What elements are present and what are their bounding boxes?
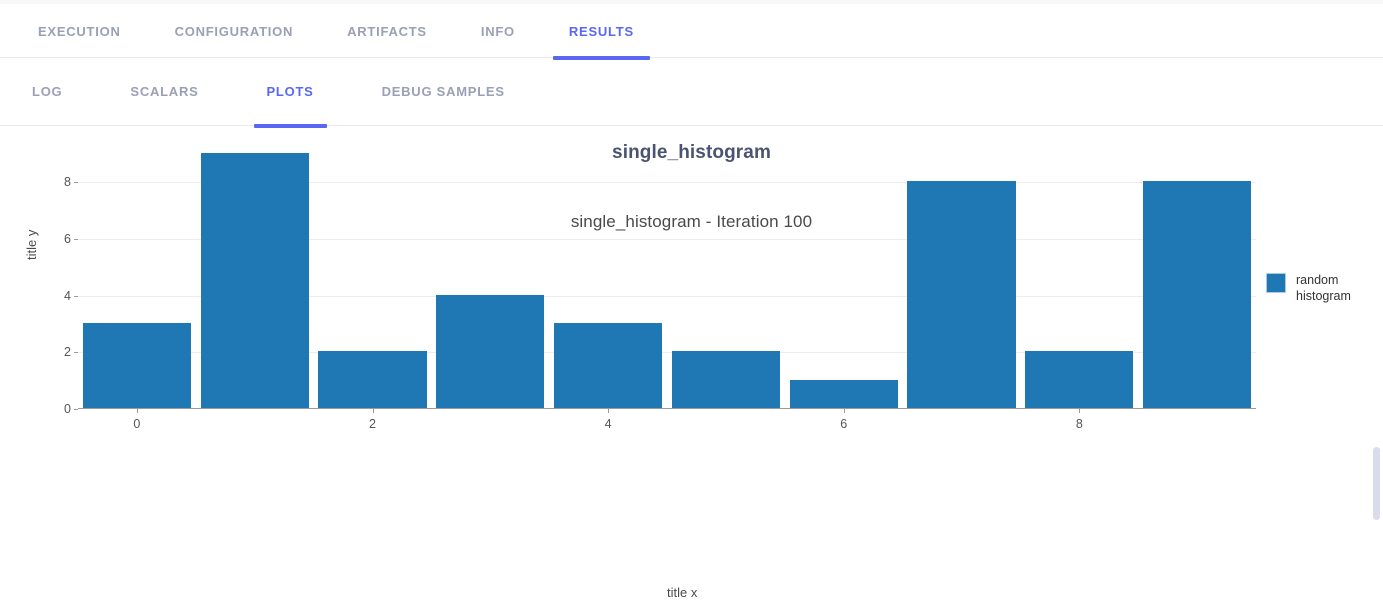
y-tick-label: 2 bbox=[64, 345, 71, 359]
vertical-scrollbar[interactable] bbox=[1369, 130, 1383, 597]
tab-plots[interactable]: PLOTS bbox=[257, 58, 324, 126]
x-tick-label: 8 bbox=[1076, 417, 1083, 431]
tab-artifacts-label: ARTIFACTS bbox=[347, 24, 427, 39]
legend-label-random-histogram: random histogram bbox=[1296, 272, 1360, 304]
tab-debug-samples[interactable]: DEBUG SAMPLES bbox=[372, 58, 515, 126]
y-tick-mark bbox=[74, 352, 78, 353]
tab-execution[interactable]: EXECUTION bbox=[22, 4, 137, 58]
tab-debug-samples-label: DEBUG SAMPLES bbox=[382, 84, 505, 99]
x-tick-mark bbox=[137, 409, 138, 413]
primary-tab-bar: EXECUTION CONFIGURATION ARTIFACTS INFO R… bbox=[0, 4, 1383, 58]
y-tick-mark bbox=[74, 296, 78, 297]
chart-bar[interactable] bbox=[201, 153, 309, 408]
tab-results-label: RESULTS bbox=[569, 24, 634, 39]
tab-info-label: INFO bbox=[481, 24, 515, 39]
tab-log-label: LOG bbox=[32, 84, 62, 99]
tab-info[interactable]: INFO bbox=[465, 4, 531, 58]
x-tick-mark bbox=[844, 409, 845, 413]
x-tick-label: 6 bbox=[840, 417, 847, 431]
x-tick-label: 2 bbox=[369, 417, 376, 431]
tab-execution-label: EXECUTION bbox=[38, 24, 121, 39]
x-tick-mark bbox=[608, 409, 609, 413]
y-axis-label: title y bbox=[24, 230, 39, 260]
chart-bar[interactable] bbox=[83, 323, 191, 408]
y-tick-mark bbox=[74, 239, 78, 240]
y-tick-label: 4 bbox=[64, 289, 71, 303]
tab-scalars[interactable]: SCALARS bbox=[120, 58, 208, 126]
chart-bar[interactable] bbox=[318, 351, 426, 408]
x-tick-mark bbox=[1079, 409, 1080, 413]
legend-swatch-random-histogram bbox=[1266, 273, 1286, 293]
x-tick-label: 4 bbox=[605, 417, 612, 431]
tab-configuration-label: CONFIGURATION bbox=[175, 24, 294, 39]
x-tick-mark bbox=[373, 409, 374, 413]
tab-artifacts[interactable]: ARTIFACTS bbox=[331, 4, 443, 58]
y-tick-label: 0 bbox=[64, 402, 71, 416]
y-tick-label: 6 bbox=[64, 232, 71, 246]
vertical-scrollbar-thumb[interactable] bbox=[1373, 447, 1380, 520]
chart-bar[interactable] bbox=[1025, 351, 1133, 408]
secondary-tab-bar: LOG SCALARS PLOTS DEBUG SAMPLES bbox=[0, 58, 1383, 126]
x-axis-label: title x bbox=[667, 585, 697, 600]
chart-plot-area[interactable]: 0246802468 bbox=[78, 137, 1256, 409]
tab-results[interactable]: RESULTS bbox=[553, 4, 650, 58]
chart-bar[interactable] bbox=[436, 295, 544, 408]
tab-plots-label: PLOTS bbox=[267, 84, 314, 99]
y-tick-mark bbox=[74, 182, 78, 183]
chart-bar[interactable] bbox=[1143, 181, 1251, 408]
y-tick-mark bbox=[74, 409, 78, 410]
chart-legend[interactable]: random histogram bbox=[1266, 272, 1360, 304]
y-tick-label: 8 bbox=[64, 175, 71, 189]
x-tick-label: 0 bbox=[133, 417, 140, 431]
chart-bar[interactable] bbox=[554, 323, 662, 408]
chart-bar[interactable] bbox=[907, 181, 1015, 408]
tab-configuration[interactable]: CONFIGURATION bbox=[159, 4, 310, 58]
chart-bar[interactable] bbox=[672, 351, 780, 408]
tab-log[interactable]: LOG bbox=[22, 58, 72, 126]
tab-scalars-label: SCALARS bbox=[130, 84, 198, 99]
chart-bar[interactable] bbox=[790, 380, 898, 408]
